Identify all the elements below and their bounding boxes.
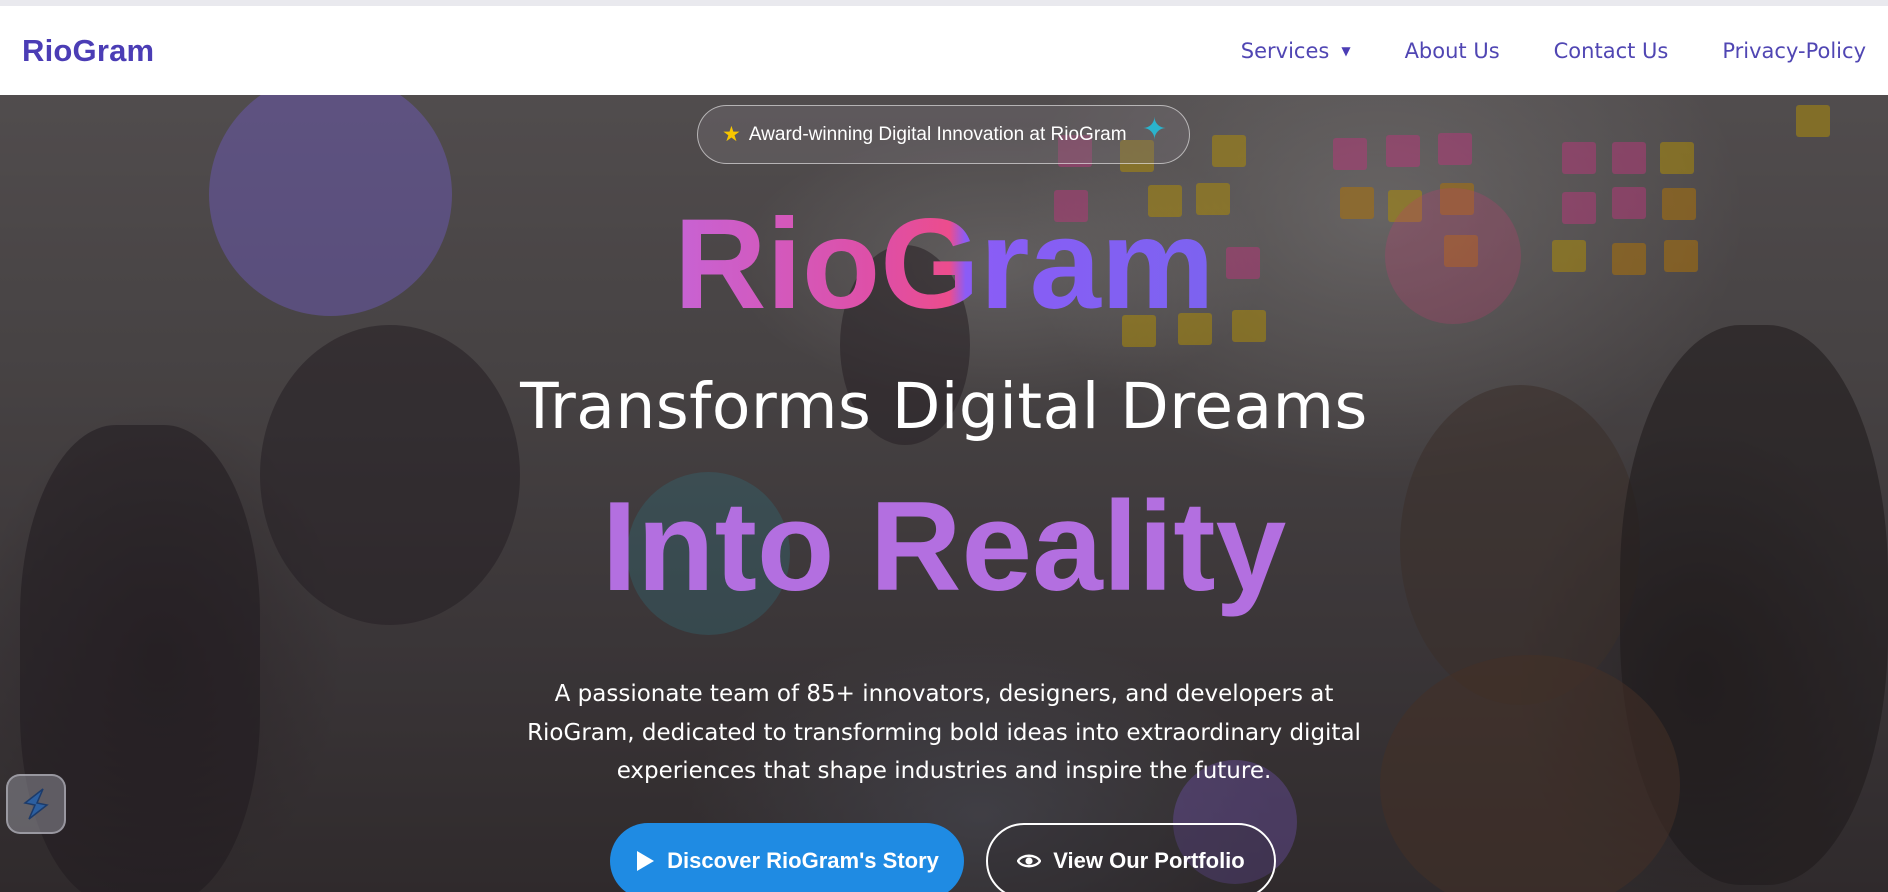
nav-link-contact[interactable]: Contact Us (1554, 39, 1669, 63)
nav-links: Services ▼ About Us Contact Us Privacy-P… (1241, 39, 1866, 63)
nav-link-about[interactable]: About Us (1405, 39, 1500, 63)
nav-link-services[interactable]: Services ▼ (1241, 39, 1351, 63)
eye-icon (1017, 854, 1042, 868)
hero-subtitle: Transforms Digital Dreams (520, 370, 1368, 443)
hero-highlight: Into Reality (601, 475, 1287, 617)
play-icon (637, 851, 655, 871)
side-widget-s-icon (23, 788, 49, 820)
decorative-circle (1385, 188, 1521, 324)
view-portfolio-button[interactable]: View Our Portfolio (986, 823, 1276, 892)
hero-description: A passionate team of 85+ innovators, des… (527, 681, 1361, 784)
award-badge-text: Award-winning Digital Innovation at RioG… (748, 123, 1127, 145)
side-widget-button[interactable] (6, 774, 66, 834)
view-portfolio-label: View Our Portfolio (1053, 848, 1245, 873)
star-icon: ★ (722, 123, 741, 146)
hero-section: ★ Award-winning Digital Innovation at Ri… (0, 95, 1888, 892)
site-logo[interactable]: RioGram (22, 33, 154, 69)
nav-link-privacy[interactable]: Privacy-Policy (1722, 39, 1866, 63)
nav-link-services-label: Services (1240, 38, 1330, 63)
sparkle-icon: ✦ (1141, 113, 1167, 146)
chevron-down-icon: ▼ (1341, 43, 1351, 58)
navbar: RioGram Services ▼ About Us Contact Us P… (0, 0, 1888, 95)
discover-story-label: Discover RioGram's Story (667, 848, 939, 873)
discover-story-button[interactable]: Discover RioGram's Story (610, 823, 964, 892)
hero-brand-title: RioGram (674, 193, 1215, 336)
award-badge: ★ Award-winning Digital Innovation at Ri… (697, 105, 1190, 164)
